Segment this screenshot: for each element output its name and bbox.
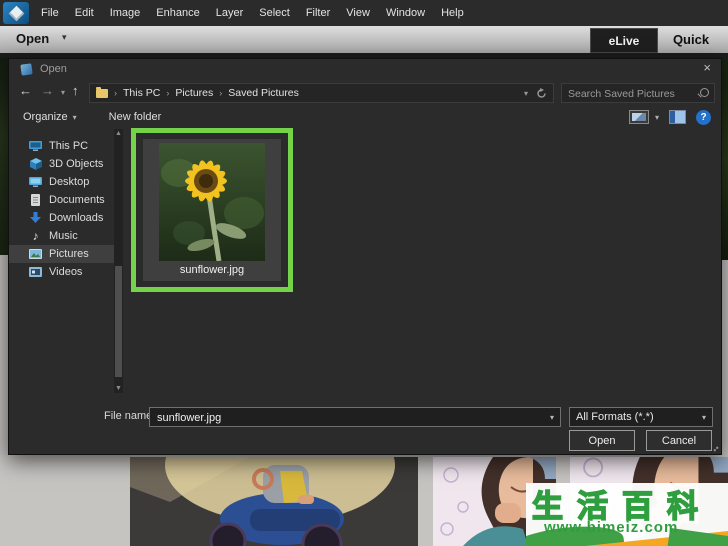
background-panel-sliver-right [722, 260, 728, 455]
menu-enhance[interactable]: Enhance [156, 7, 199, 19]
sidebar-label: Pictures [49, 248, 89, 260]
mode-bar: Open ▾ eLive Quick [0, 26, 728, 53]
file-name-chevron-icon[interactable]: ▾ [550, 413, 554, 422]
recent-locations-chevron-icon[interactable]: ▾ [61, 88, 65, 97]
annotation-highlight-box: sunflower.jpg [131, 128, 293, 292]
menu-view[interactable]: View [346, 7, 370, 19]
scrollbar-thumb[interactable] [115, 266, 122, 377]
film-icon [29, 266, 42, 278]
sidebar-scrollbar[interactable]: ▲ ▼ [114, 129, 123, 393]
sidebar-item-this-pc[interactable]: This PC [9, 137, 114, 155]
menu-help[interactable]: Help [441, 7, 464, 19]
breadcrumb-chevron-icon: › [114, 88, 117, 98]
sidebar-label: Music [49, 230, 78, 242]
download-arrow-icon [29, 212, 42, 224]
views-chevron-icon[interactable]: ▾ [655, 113, 659, 122]
background-panel-sliver-left [0, 255, 8, 455]
menu-edit[interactable]: Edit [75, 7, 94, 19]
sidebar-label: Videos [49, 266, 82, 278]
desktop-icon [29, 176, 42, 188]
open-button[interactable]: Open [569, 430, 635, 451]
organize-button[interactable]: Organize [23, 111, 68, 123]
menu-layer[interactable]: Layer [216, 7, 244, 19]
menu-bar: File Edit Image Enhance Layer Select Fil… [0, 0, 728, 26]
format-chevron-icon: ▾ [702, 413, 706, 422]
quick-button[interactable]: Quick [660, 28, 722, 51]
pc-icon [29, 140, 42, 152]
sidebar-item-3d-objects[interactable]: 3D Objects [9, 155, 114, 173]
open-mode-label[interactable]: Open [16, 31, 49, 46]
cube-icon [29, 158, 42, 170]
resize-grip[interactable] [713, 446, 719, 452]
search-icon[interactable] [700, 88, 709, 97]
chevron-down-icon[interactable]: ▾ [62, 32, 67, 43]
sidebar-label: This PC [49, 140, 88, 152]
format-filter-select[interactable]: All Formats (*.*) ▾ [569, 407, 713, 427]
document-icon [29, 194, 42, 206]
sidebar-label: Documents [49, 194, 105, 206]
breadcrumb[interactable]: › This PC › Pictures › Saved Pictures ▾ [89, 83, 554, 103]
new-folder-button[interactable]: New folder [109, 111, 162, 123]
folder-icon [96, 89, 108, 98]
scroll-down-icon[interactable]: ▼ [114, 384, 123, 393]
picture-icon [29, 248, 42, 260]
elive-button[interactable]: eLive [590, 28, 658, 53]
sidebar-item-videos[interactable]: Videos [9, 263, 114, 281]
menu-items: File Edit Image Enhance Layer Select Fil… [41, 7, 464, 19]
menu-image[interactable]: Image [110, 7, 141, 19]
menu-file[interactable]: File [41, 7, 59, 19]
file-item-sunflower[interactable]: sunflower.jpg [143, 139, 281, 281]
menu-filter[interactable]: Filter [306, 7, 330, 19]
preview-pane-icon[interactable] [669, 110, 686, 124]
file-name-label: File name: [104, 410, 155, 422]
breadcrumb-this-pc[interactable]: This PC [123, 87, 160, 99]
organize-chevron-icon: ▾ [73, 113, 77, 122]
search-input[interactable] [566, 85, 696, 103]
address-dropdown-chevron-icon[interactable]: ▾ [524, 89, 528, 98]
file-name-input[interactable] [155, 409, 539, 427]
navigation-row: ← → ▾ ↑ › This PC › Pictures › Saved Pic… [9, 81, 723, 105]
logo-diamond-icon [8, 5, 24, 21]
back-arrow-icon[interactable]: ← [19, 83, 32, 98]
cancel-button[interactable]: Cancel [646, 430, 712, 451]
sidebar-label: Downloads [49, 212, 103, 224]
forward-arrow-icon[interactable]: → [41, 83, 54, 98]
format-filter-value: All Formats (*.*) [576, 411, 654, 423]
music-note-icon: ♪ [29, 230, 42, 242]
close-icon[interactable]: × [699, 60, 715, 75]
dialog-app-icon [20, 63, 32, 75]
dialog-title: Open [40, 63, 67, 75]
sidebar-label: Desktop [49, 176, 89, 188]
watermark: 生活百科 www.bimeiz.com [526, 483, 728, 546]
sidebar-item-documents[interactable]: Documents [9, 191, 114, 209]
sidebar-item-music[interactable]: ♪ Music [9, 227, 114, 245]
background-image-sliver-left [0, 58, 8, 255]
screen: File Edit Image Enhance Layer Select Fil… [0, 0, 728, 546]
watermark-url: www.bimeiz.com [544, 519, 678, 536]
refresh-icon[interactable] [536, 88, 547, 99]
breadcrumb-chevron-icon: › [166, 88, 169, 98]
help-button[interactable]: ? [696, 110, 711, 125]
up-arrow-icon[interactable]: ↑ [72, 83, 79, 98]
menu-window[interactable]: Window [386, 7, 425, 19]
dialog-titlebar[interactable]: Open × [9, 59, 723, 79]
breadcrumb-chevron-icon: › [219, 88, 222, 98]
breadcrumb-pictures[interactable]: Pictures [175, 87, 213, 99]
file-name-caption: sunflower.jpg [180, 264, 244, 276]
dialog-toolbar: Organize ▾ New folder ▾ ? [9, 105, 723, 129]
scroll-up-icon[interactable]: ▲ [114, 129, 123, 138]
photo-baby-toycar [130, 457, 418, 546]
sidebar-label: 3D Objects [49, 158, 103, 170]
file-name-field: ▾ [149, 407, 561, 427]
sidebar-item-pictures[interactable]: Pictures [9, 245, 114, 263]
sidebar-item-downloads[interactable]: Downloads [9, 209, 114, 227]
search-box [561, 83, 715, 103]
open-dialog: Open × ← → ▾ ↑ › This PC › Pictures › Sa… [8, 58, 722, 455]
views-icon[interactable] [629, 110, 649, 124]
sidebar-item-desktop[interactable]: Desktop [9, 173, 114, 191]
sunflower-thumbnail [159, 143, 265, 261]
menu-select[interactable]: Select [259, 7, 290, 19]
breadcrumb-saved-pictures[interactable]: Saved Pictures [228, 87, 299, 99]
app-logo-icon[interactable] [3, 2, 29, 24]
